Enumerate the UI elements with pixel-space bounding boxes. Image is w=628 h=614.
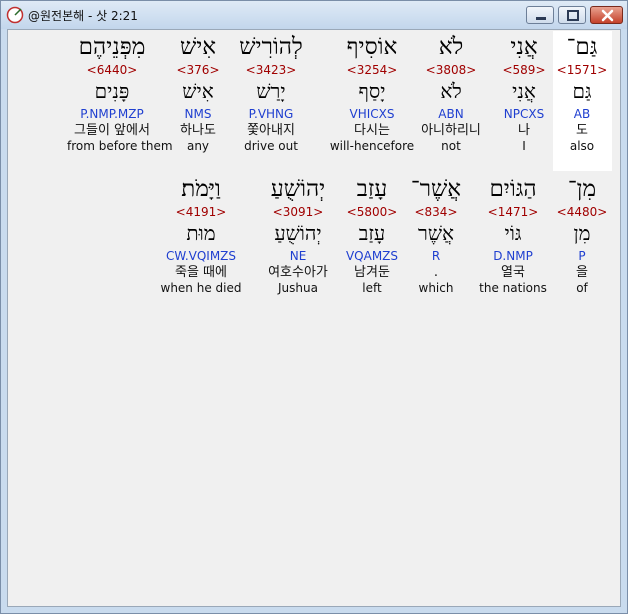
english-gloss: will-hencefore (329, 139, 415, 153)
window-title: @원전본해 - 삿 2:21 (28, 9, 138, 23)
korean-gloss: 그들이 앞에서 (74, 123, 150, 138)
english-gloss: from before them (67, 139, 173, 153)
maximize-icon (567, 10, 579, 21)
main-window: @원전본해 - 삿 2:21 גַּם־ <1571> גַּם AB 도 also אֲנ… (0, 0, 628, 614)
hebrew-word: מִפְּנֵיהֶם (78, 34, 146, 60)
hebrew-lemma: לֹא (440, 79, 462, 103)
strong-number: <3091> (272, 205, 324, 219)
hebrew-lemma: אִישׁ (182, 79, 214, 103)
english-gloss: not (441, 139, 461, 153)
korean-gloss: 죽을 때에 (175, 265, 227, 280)
hebrew-lemma: יְהוֹשֻׁעַ (274, 221, 322, 245)
strong-number: <3254> (346, 63, 398, 77)
hebrew-lemma: מוּת (186, 221, 216, 245)
word-column[interactable]: מִפְּנֵיהֶם <6440> פָּנִים P.NMP.MZP 그들이 앞에서… (67, 32, 173, 154)
english-gloss: the nations (479, 281, 547, 295)
minimize-icon (536, 17, 546, 20)
strong-number: <4191> (175, 205, 227, 219)
parsing-code: ABN (438, 107, 464, 121)
hebrew-word: וַיָּמֹת׃ (181, 176, 221, 202)
hebrew-lemma: גּוֹי (504, 221, 522, 245)
hebrew-lemma: פָּנִים (94, 79, 130, 103)
hebrew-lemma: יָסַף (358, 79, 386, 103)
english-gloss: when he died (160, 281, 242, 295)
word-column[interactable]: לֹא <3808> לֹא ABN 아니하리니 not (406, 32, 496, 154)
word-column[interactable]: הַגּוֹיִם <1471> גּוֹי D.NMP 열국 the nations (468, 174, 558, 296)
strong-number: <376> (176, 63, 220, 77)
parsing-code: CW.VQIMZS (165, 249, 237, 263)
parsing-code: VHICXS (349, 107, 395, 121)
parsing-code: NMS (184, 107, 212, 121)
parsing-code: D.NMP (493, 249, 533, 263)
word-column[interactable]: יְהוֹשֻׁעַ <3091> יְהוֹשֻׁעַ NE 여호수아가 Jushua (253, 174, 343, 296)
word-column[interactable]: אוֹסִיף <3254> יָסַף VHICXS 다시는 will-hencefor… (327, 32, 417, 154)
minimize-button[interactable] (526, 6, 554, 24)
parsing-code: P.NMP.MZP (80, 107, 144, 121)
hebrew-word: אוֹסִיף (346, 34, 398, 60)
hebrew-word: אִישׁ (179, 34, 217, 60)
parsing-code: NE (289, 249, 307, 263)
korean-gloss: 아니하리니 (421, 123, 481, 138)
close-icon (601, 9, 614, 22)
strong-number: <6440> (86, 63, 138, 77)
hebrew-word: יְהוֹשֻׁעַ (270, 176, 326, 202)
close-button[interactable] (590, 6, 623, 24)
hebrew-word: הַגּוֹיִם (489, 176, 537, 202)
interlinear-panel[interactable]: גַּם־ <1571> גַּם AB 도 also אֲנִי <589> אֲנִי NPC… (7, 29, 621, 607)
maximize-button[interactable] (558, 6, 586, 24)
strong-number: <3808> (425, 63, 477, 77)
korean-gloss: 다시는 (354, 123, 390, 138)
korean-gloss: 여호수아가 (268, 265, 328, 280)
compass-icon (6, 6, 24, 24)
title-bar[interactable]: @원전본해 - 삿 2:21 (1, 1, 627, 29)
hebrew-word: לֹא (438, 34, 464, 60)
word-column[interactable]: אִישׁ <376> אִישׁ NMS 하나도 any (153, 32, 243, 154)
word-column[interactable]: וַיָּמֹת׃ <4191> מוּת CW.VQIMZS 죽을 때에 when he… (156, 174, 246, 296)
korean-gloss: 하나도 (180, 123, 216, 138)
english-gloss: Jushua (278, 281, 318, 295)
strong-number: <1471> (487, 205, 539, 219)
korean-gloss: 열국 (501, 265, 525, 280)
